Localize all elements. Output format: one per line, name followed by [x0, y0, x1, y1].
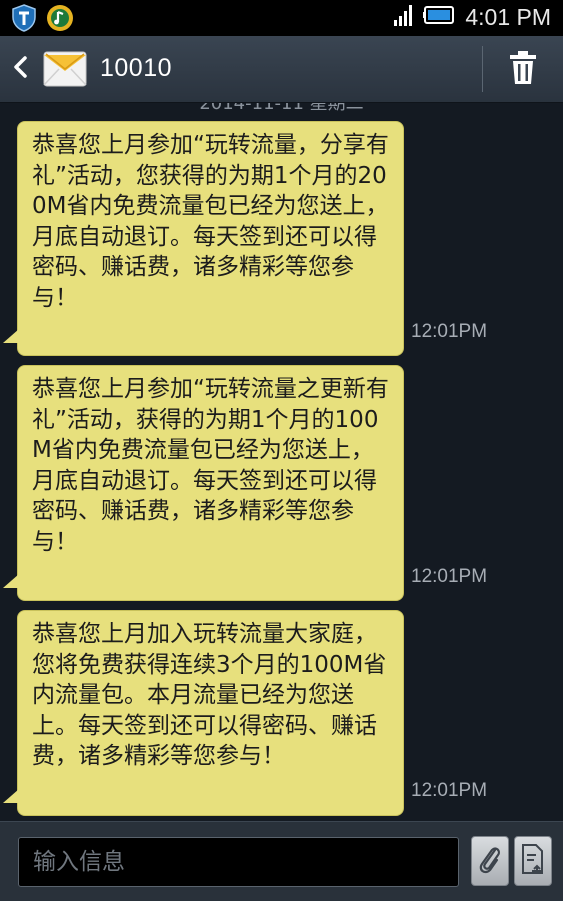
status-time: 4:01 PM — [465, 3, 551, 30]
bubble-tail — [3, 574, 19, 588]
paperclip-icon — [477, 842, 503, 880]
delete-button[interactable] — [500, 50, 546, 90]
music-app-icon — [46, 4, 74, 32]
back-button[interactable] — [8, 52, 32, 86]
header-divider — [482, 46, 483, 92]
contact-title: 10010 — [100, 54, 173, 82]
bubble-tail — [3, 329, 19, 343]
message-time: 12:01PM — [411, 321, 488, 342]
trash-icon — [508, 51, 538, 89]
conversation-header: 10010 — [0, 36, 563, 103]
message-list[interactable]: 2014-11-11 星期二 恭喜您上月参加“玩转流量，分享有礼”活动，您获得的… — [0, 103, 563, 821]
template-button[interactable] — [514, 836, 552, 886]
message-text: 恭喜您上月加入玩转流量大家庭，您将免费获得连续3个月的100M省内流量包。本月流… — [32, 621, 387, 769]
back-arrow-icon — [12, 55, 28, 83]
message-input[interactable] — [18, 837, 459, 887]
attach-button[interactable] — [471, 836, 509, 886]
message-bubble[interactable]: 恭喜您上月参加“玩转流量，分享有礼”活动，您获得的为期1个月的200M省内免费流… — [17, 121, 404, 356]
message-text: 恭喜您上月参加“玩转流量之更新有礼”活动，获得的为期1个月的100M省内免费流量… — [32, 376, 389, 555]
message-bubble[interactable]: 恭喜您上月加入玩转流量大家庭，您将免费获得连续3个月的100M省内流量包。本月流… — [17, 610, 404, 816]
signal-icon — [393, 3, 415, 31]
date-separator: 2014-11-11 星期二 — [199, 103, 364, 114]
shield-app-icon — [10, 4, 38, 32]
message-bubble[interactable]: 恭喜您上月参加“玩转流量之更新有礼”活动，获得的为期1个月的100M省内免费流量… — [17, 365, 404, 601]
message-time: 12:01PM — [411, 566, 488, 587]
status-bar: 4:01 PM — [0, 0, 563, 36]
composer-bar — [0, 821, 563, 901]
envelope-icon — [43, 49, 87, 89]
battery-icon — [423, 5, 457, 29]
send-template-icon — [520, 842, 546, 880]
bubble-tail — [3, 789, 19, 803]
message-time: 12:01PM — [411, 780, 488, 801]
message-text: 恭喜您上月参加“玩转流量，分享有礼”活动，您获得的为期1个月的200M省内免费流… — [32, 132, 389, 311]
